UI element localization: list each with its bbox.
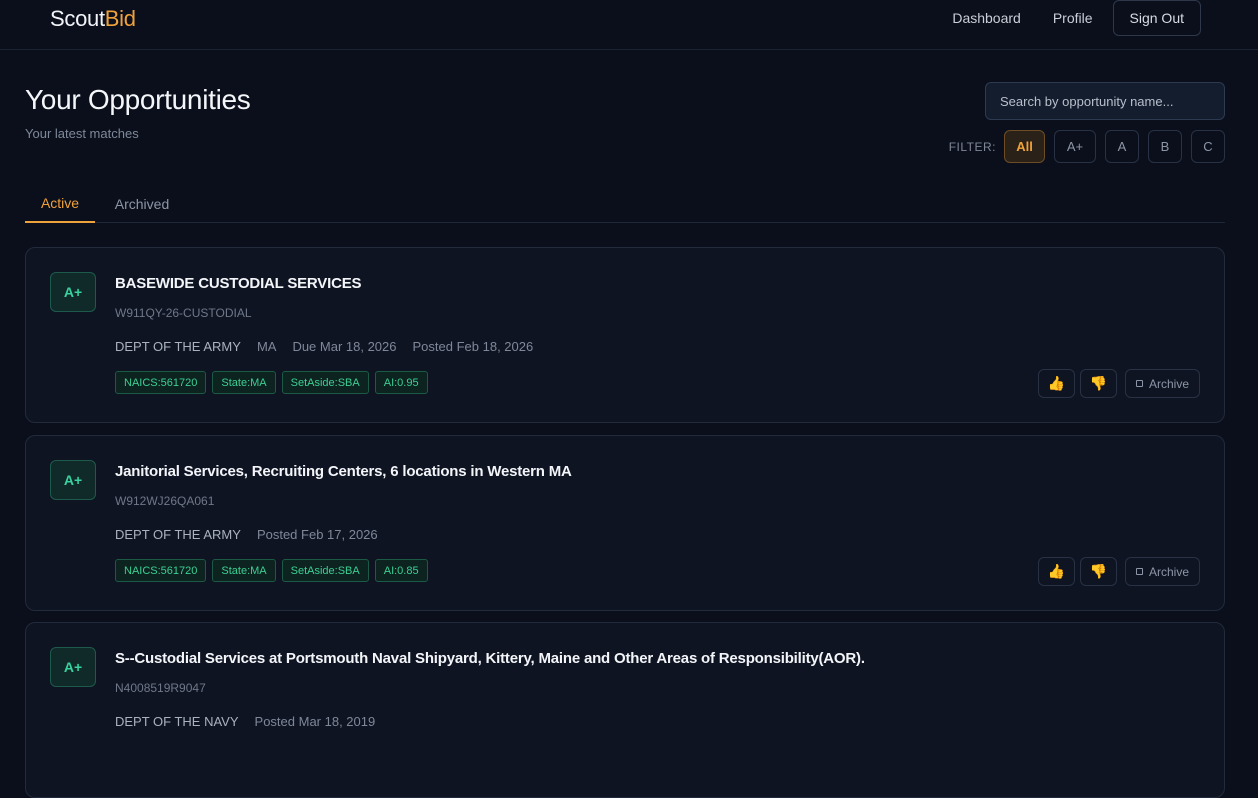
agency-name: DEPT OF THE NAVY <box>115 714 239 729</box>
opportunity-card[interactable]: A+ BASEWIDE CUSTODIAL SERVICES W911QY-26… <box>25 247 1225 423</box>
solicitation-id: W912WJ26QA061 <box>115 494 215 508</box>
tab-active[interactable]: Active <box>25 184 95 223</box>
thumbs-up-icon: 👍 <box>1047 375 1066 391</box>
archive-icon <box>1135 380 1143 387</box>
opportunity-meta: DEPT OF THE ARMY Posted Feb 17, 2026 <box>115 527 394 542</box>
naics-tag: NAICS:561720 <box>115 559 207 582</box>
archive-label: Archive <box>1148 564 1189 579</box>
card-actions: 👍 👎 Archive <box>1037 369 1200 398</box>
filter-b-chip[interactable]: B <box>1148 130 1182 163</box>
archive-icon <box>1135 568 1143 575</box>
posted-date: Posted Feb 18, 2026 <box>412 339 534 354</box>
thumbs-up-button[interactable]: 👍 <box>1037 557 1075 586</box>
opportunity-title[interactable]: Janitorial Services, Recruiting Centers,… <box>115 463 572 480</box>
thumbs-down-button[interactable]: 👎 <box>1079 557 1117 586</box>
status-tabs: Active Archived <box>25 184 1225 223</box>
archive-button[interactable]: Archive <box>1124 557 1200 586</box>
filter-all-chip[interactable]: All <box>1004 130 1045 163</box>
opportunity-meta: DEPT OF THE NAVY Posted Mar 18, 2019 <box>115 714 391 729</box>
agency-name: DEPT OF THE ARMY <box>115 527 241 542</box>
card-actions: 👍 👎 Archive <box>1037 557 1200 586</box>
nav-links: Dashboard Profile Sign Out <box>952 0 1201 36</box>
nav-profile-link[interactable]: Profile <box>1053 10 1093 26</box>
archive-label: Archive <box>1148 376 1189 391</box>
sign-out-button[interactable]: Sign Out <box>1112 0 1201 36</box>
thumbs-down-icon: 👎 <box>1089 563 1108 579</box>
tab-archived[interactable]: Archived <box>115 184 169 223</box>
page-subtitle: Your latest matches <box>25 126 139 141</box>
grade-badge: A+ <box>50 272 96 312</box>
ai-score-tag: AI:0.85 <box>374 559 428 582</box>
logo-text-scout: Scout <box>50 6 105 31</box>
posted-date: Posted Mar 18, 2019 <box>254 714 376 729</box>
search-input[interactable] <box>985 82 1225 120</box>
opportunity-card[interactable]: A+ S--Custodial Services at Portsmouth N… <box>25 622 1225 798</box>
thumbs-up-icon: 👍 <box>1047 563 1066 579</box>
grade-filter: FILTER: All A+ A B C <box>949 130 1225 163</box>
opportunity-meta: DEPT OF THE ARMY MA Due Mar 18, 2026 Pos… <box>115 339 549 354</box>
grade-badge: A+ <box>50 460 96 500</box>
top-navbar: ScoutBid Dashboard Profile Sign Out <box>0 0 1258 50</box>
posted-date: Posted Feb 17, 2026 <box>256 527 378 542</box>
ai-score-tag: AI:0.95 <box>374 371 428 394</box>
logo-text-bid: Bid <box>104 6 136 31</box>
filter-label: FILTER: <box>948 139 996 154</box>
grade-badge: A+ <box>50 647 96 687</box>
set-aside-tag: SetAside:SBA <box>281 371 369 394</box>
opportunity-title[interactable]: BASEWIDE CUSTODIAL SERVICES <box>115 275 362 292</box>
solicitation-id: W911QY-26-CUSTODIAL <box>115 306 252 320</box>
archive-button[interactable]: Archive <box>1124 369 1200 398</box>
tag-list: NAICS:561720 State:MA SetAside:SBA AI:0.… <box>115 371 434 394</box>
opportunity-card[interactable]: A+ Janitorial Services, Recruiting Cente… <box>25 435 1225 611</box>
due-date: Due Mar 18, 2026 <box>292 339 397 354</box>
thumbs-up-button[interactable]: 👍 <box>1037 369 1075 398</box>
set-aside-tag: SetAside:SBA <box>281 559 369 582</box>
state-tag: State:MA <box>212 371 276 394</box>
nav-dashboard-link[interactable]: Dashboard <box>952 10 1021 26</box>
agency-name: DEPT OF THE ARMY <box>115 339 241 354</box>
app-logo[interactable]: ScoutBid <box>50 6 136 32</box>
opportunity-title[interactable]: S--Custodial Services at Portsmouth Nava… <box>115 650 865 667</box>
filter-c-chip[interactable]: C <box>1191 130 1225 163</box>
solicitation-id: N4008519R9047 <box>115 681 206 695</box>
page-title: Your Opportunities <box>25 84 251 115</box>
thumbs-down-button[interactable]: 👎 <box>1079 369 1117 398</box>
filter-a-chip[interactable]: A <box>1105 130 1139 163</box>
filter-a-plus-chip[interactable]: A+ <box>1054 130 1096 163</box>
thumbs-down-icon: 👎 <box>1089 375 1108 391</box>
tag-list: NAICS:561720 State:MA SetAside:SBA AI:0.… <box>115 559 434 582</box>
naics-tag: NAICS:561720 <box>115 371 207 394</box>
state-tag: State:MA <box>212 559 276 582</box>
state-code: MA <box>256 339 277 354</box>
